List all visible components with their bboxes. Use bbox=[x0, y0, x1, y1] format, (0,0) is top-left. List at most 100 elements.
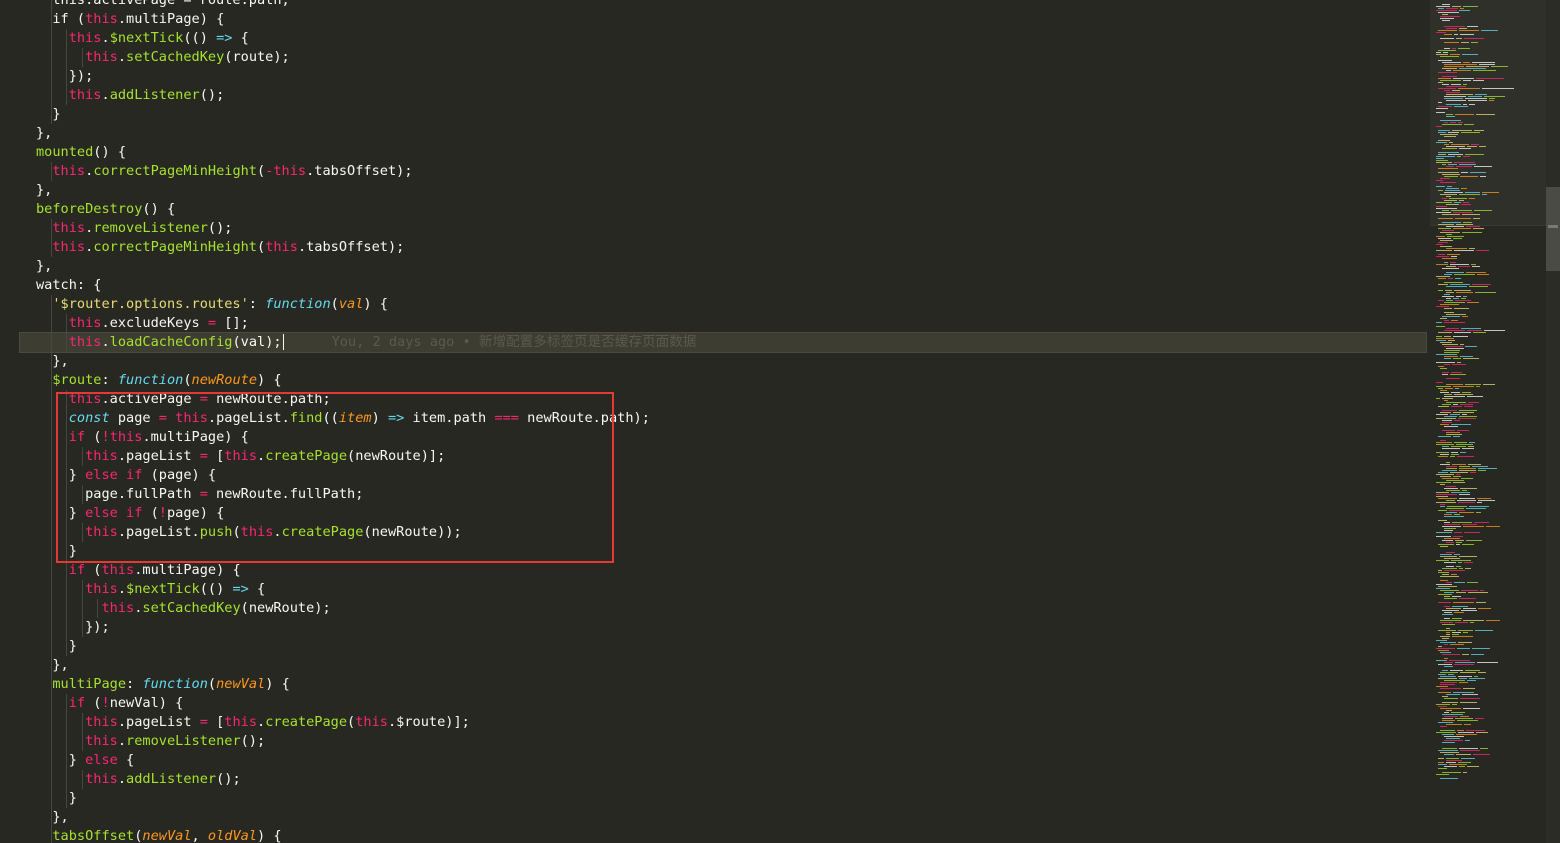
code-token: this bbox=[101, 600, 135, 616]
minimap-line bbox=[1450, 472, 1468, 473]
code-line[interactable]: this.addListener(); bbox=[20, 770, 1426, 789]
code-line[interactable]: this.$nextTick(() => { bbox=[20, 580, 1426, 599]
minimap[interactable] bbox=[1430, 0, 1546, 843]
text-cursor bbox=[282, 334, 284, 350]
minimap-line bbox=[1478, 500, 1495, 501]
code-line[interactable]: multiPage: function(newVal) { bbox=[20, 675, 1426, 694]
minimap-line bbox=[1463, 632, 1468, 633]
minimap-line bbox=[1440, 194, 1457, 195]
minimap-line bbox=[1455, 718, 1473, 719]
code-line[interactable]: }, bbox=[20, 808, 1426, 827]
code-line[interactable]: this.loadCacheConfig(val); You, 2 days ag… bbox=[19, 332, 1427, 353]
minimap-line bbox=[1453, 602, 1474, 603]
code-line[interactable]: this.removeListener(); bbox=[20, 219, 1426, 238]
code-token: = bbox=[199, 486, 208, 502]
code-line[interactable]: watch: { bbox=[20, 276, 1426, 295]
code-line[interactable]: if (!this.multiPage) { bbox=[20, 428, 1426, 447]
code-line[interactable]: } bbox=[20, 105, 1426, 124]
code-line[interactable]: if (this.multiPage) { bbox=[20, 10, 1426, 29]
indent-guide bbox=[51, 808, 53, 827]
code-line[interactable]: mounted() { bbox=[20, 143, 1426, 162]
code-line[interactable]: this.pageList.push(this.createPage(newRo… bbox=[20, 523, 1426, 542]
code-line[interactable]: } else { bbox=[20, 751, 1426, 770]
minimap-line bbox=[1459, 498, 1475, 499]
minimap-line bbox=[1444, 322, 1465, 323]
minimap-line bbox=[1491, 66, 1508, 67]
code-line[interactable]: if (this.multiPage) { bbox=[20, 561, 1426, 580]
indent-guide bbox=[51, 637, 53, 656]
minimap-line bbox=[1461, 590, 1478, 591]
code-line[interactable]: this.activePage = newRoute.path; bbox=[20, 390, 1426, 409]
code-line[interactable]: this.correctPageMinHeight(this.tabsOffse… bbox=[20, 238, 1426, 257]
code-line[interactable]: if (!newVal) { bbox=[20, 694, 1426, 713]
code-line[interactable]: this.pageList = [this.createPage(newRout… bbox=[20, 447, 1426, 466]
minimap-line bbox=[1482, 194, 1487, 195]
minimap-line bbox=[1479, 146, 1486, 147]
minimap-line bbox=[1466, 226, 1480, 227]
minimap-line bbox=[1440, 178, 1450, 179]
code-text: this.excludeKeys = []; bbox=[20, 315, 249, 331]
code-line[interactable]: this.addListener(); bbox=[20, 86, 1426, 105]
minimap-line bbox=[1438, 332, 1452, 333]
code-line[interactable]: this.removeListener(); bbox=[20, 732, 1426, 751]
minimap-line bbox=[1442, 742, 1455, 743]
code-line[interactable]: this.$nextTick(() => { bbox=[20, 29, 1426, 48]
code-token: .excludeKeys bbox=[101, 315, 208, 331]
code-line[interactable]: }, bbox=[20, 181, 1426, 200]
minimap-line bbox=[1446, 402, 1466, 403]
code-line[interactable]: '$router.options.routes': function(val) … bbox=[20, 295, 1426, 314]
code-line[interactable]: }, bbox=[20, 656, 1426, 675]
code-line[interactable]: }); bbox=[20, 618, 1426, 637]
minimap-line bbox=[1446, 292, 1454, 293]
vertical-scrollbar[interactable] bbox=[1546, 0, 1560, 843]
code-area[interactable]: this.activePage = route.path; if (this.m… bbox=[19, 0, 1427, 843]
code-line[interactable]: }, bbox=[20, 257, 1426, 276]
code-line[interactable]: this.setCachedKey(route); bbox=[20, 48, 1426, 67]
code-token: [ bbox=[207, 448, 225, 464]
code-line[interactable]: this.setCachedKey(newRoute); bbox=[20, 599, 1426, 618]
code-line[interactable]: this.pageList = [this.createPage(this.$r… bbox=[20, 713, 1426, 732]
code-line[interactable]: beforeDestroy() { bbox=[20, 200, 1426, 219]
minimap-line bbox=[1462, 232, 1482, 233]
minimap-line bbox=[1452, 90, 1460, 91]
minimap-line bbox=[1463, 608, 1476, 609]
minimap-line bbox=[1446, 298, 1451, 299]
code-line[interactable]: this.correctPageMinHeight(-this.tabsOffs… bbox=[20, 162, 1426, 181]
code-token: this bbox=[68, 334, 102, 350]
scrollbar-thumb[interactable] bbox=[1546, 187, 1560, 271]
code-line[interactable]: }, bbox=[20, 352, 1426, 371]
code-line[interactable]: } else if (page) { bbox=[20, 466, 1426, 485]
code-line[interactable]: } bbox=[20, 789, 1426, 808]
code-line[interactable]: tabsOffset(newVal, oldVal) { bbox=[20, 827, 1426, 843]
code-line[interactable]: page.fullPath = newRoute.fullPath; bbox=[20, 485, 1426, 504]
code-token: function bbox=[117, 372, 184, 388]
minimap-line bbox=[1440, 440, 1446, 441]
minimap-line bbox=[1457, 362, 1461, 363]
code-line[interactable]: this.activePage = route.path; bbox=[20, 0, 1426, 10]
code-text: }); bbox=[20, 619, 110, 635]
minimap-line bbox=[1463, 222, 1472, 223]
minimap-line bbox=[1446, 204, 1459, 205]
code-line[interactable]: }, bbox=[20, 124, 1426, 143]
minimap-line bbox=[1448, 674, 1454, 675]
minimap-line bbox=[1442, 76, 1457, 77]
code-line[interactable]: } bbox=[20, 542, 1426, 561]
minimap-line bbox=[1484, 330, 1505, 331]
code-line[interactable]: const page = this.pageList.find((item) =… bbox=[20, 409, 1426, 428]
code-line[interactable]: this.excludeKeys = []; bbox=[20, 314, 1426, 333]
code-line[interactable]: } bbox=[20, 637, 1426, 656]
code-line[interactable]: $route: function(newRoute) { bbox=[20, 371, 1426, 390]
minimap-line bbox=[1476, 512, 1481, 513]
minimap-line bbox=[1438, 456, 1448, 457]
code-editor[interactable]: this.activePage = route.path; if (this.m… bbox=[0, 0, 1560, 843]
code-line[interactable]: }); bbox=[20, 67, 1426, 86]
minimap-line bbox=[1440, 240, 1453, 241]
minimap-line bbox=[1465, 384, 1481, 385]
code-line[interactable]: } else if (!page) { bbox=[20, 504, 1426, 523]
minimap-line bbox=[1436, 336, 1442, 337]
minimap-line bbox=[1476, 732, 1488, 733]
minimap-line bbox=[1442, 422, 1452, 423]
